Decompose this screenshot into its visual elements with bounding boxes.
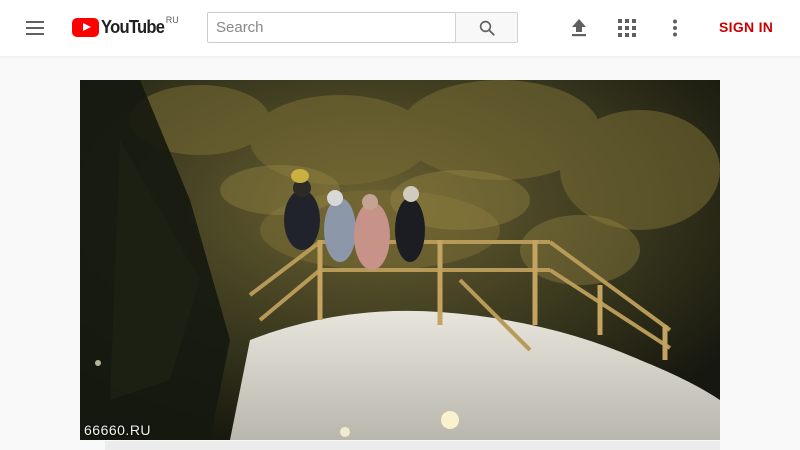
search-bar	[207, 12, 518, 43]
video-watermark: 66660.RU	[84, 422, 152, 438]
masthead: YouTube RU Search SIGN IN	[0, 0, 800, 56]
play-logo-icon	[72, 18, 99, 37]
apps-grid-icon	[618, 19, 636, 37]
video-frame	[80, 80, 720, 440]
logo-text: YouTube	[101, 17, 165, 37]
upload-button[interactable]	[567, 16, 591, 40]
more-button[interactable]	[663, 16, 687, 40]
apps-button[interactable]	[615, 16, 639, 40]
video-player[interactable]: 66660.RU	[80, 80, 720, 440]
more-vert-icon	[673, 19, 677, 37]
logo-region: RU	[165, 15, 179, 25]
upload-icon	[572, 19, 586, 37]
below-player-bar	[105, 441, 720, 450]
sign-in-button[interactable]: SIGN IN	[719, 19, 773, 35]
menu-icon[interactable]	[22, 16, 50, 40]
youtube-logo[interactable]: YouTube RU	[72, 15, 179, 40]
search-input[interactable]	[207, 12, 455, 43]
search-button[interactable]	[455, 12, 518, 43]
search-icon	[479, 20, 495, 36]
